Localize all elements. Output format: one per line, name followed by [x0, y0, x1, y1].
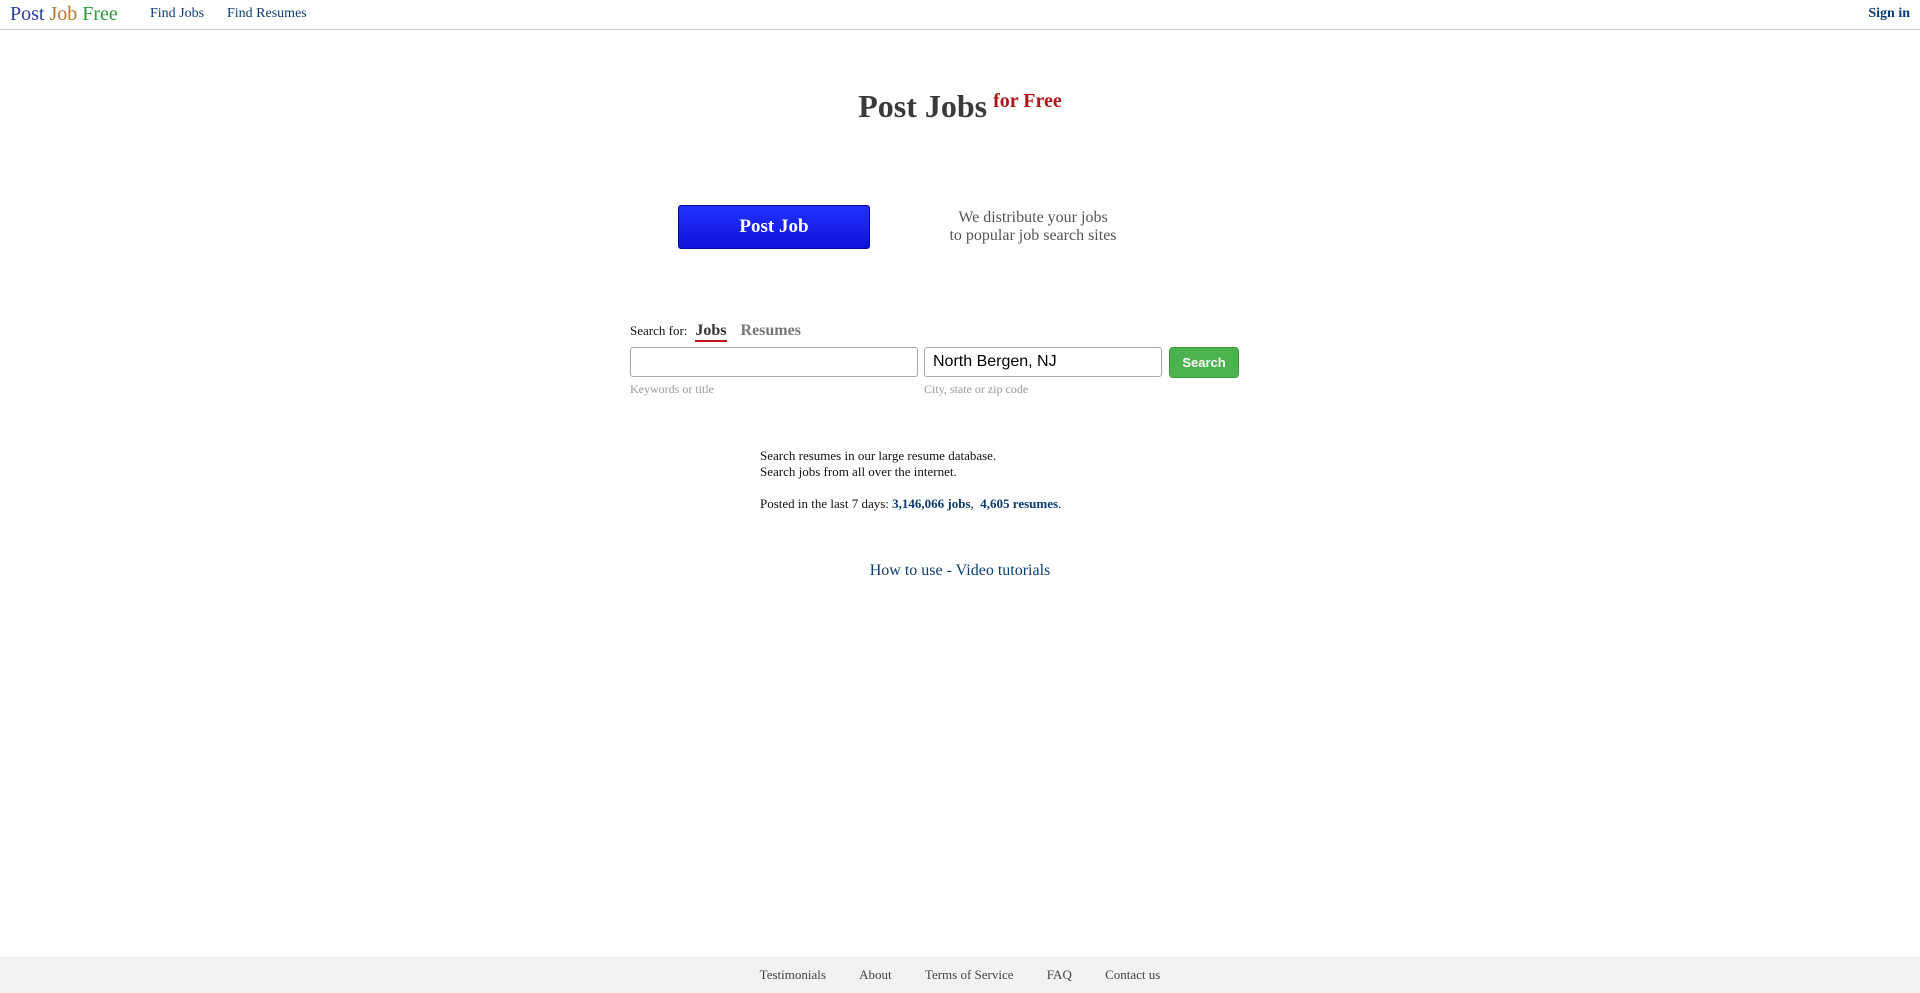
- hero-title: Post Jobs for Free: [0, 88, 1920, 125]
- distribute-line-1: We distribute your jobs: [958, 209, 1108, 226]
- resumes-count-link[interactable]: 4,605 resumes: [980, 496, 1058, 511]
- search-button[interactable]: Search: [1169, 347, 1239, 378]
- location-hint: City, state or zip code: [924, 382, 1029, 396]
- search-for-label: Search for:: [630, 323, 688, 338]
- posted-prefix: Posted in the last 7 days:: [760, 496, 889, 511]
- info-block: Search resumes in our large resume datab…: [760, 448, 1061, 512]
- tutorials-row: How to use - Video tutorials: [0, 562, 1920, 580]
- tab-resumes[interactable]: Resumes: [741, 322, 801, 339]
- stats-end: .: [1058, 496, 1062, 511]
- footer-contact[interactable]: Contact us: [1105, 967, 1160, 982]
- posted-stats: Posted in the last 7 days: 3,146,066 job…: [760, 496, 1061, 512]
- logo-free: Free: [82, 3, 118, 25]
- footer-terms[interactable]: Terms of Service: [925, 967, 1014, 982]
- footer-about[interactable]: About: [859, 967, 892, 982]
- info-line-2: Search jobs from all over the internet.: [760, 464, 957, 479]
- footer: Testimonials About Terms of Service FAQ …: [0, 957, 1920, 993]
- distribute-line-2: to popular job search sites: [949, 227, 1117, 244]
- info-line-1: Search resumes in our large resume datab…: [760, 448, 997, 463]
- footer-testimonials[interactable]: Testimonials: [760, 967, 826, 982]
- footer-faq[interactable]: FAQ: [1047, 967, 1072, 982]
- keywords-input[interactable]: [630, 347, 918, 377]
- video-tutorials-link[interactable]: How to use - Video tutorials: [870, 562, 1051, 579]
- distribute-text: We distribute your jobs to popular job s…: [933, 209, 1133, 245]
- stats-separator: ,: [970, 496, 974, 511]
- keywords-hint: Keywords or title: [630, 382, 714, 396]
- nav-find-jobs[interactable]: Find Jobs: [150, 6, 204, 22]
- tab-jobs[interactable]: Jobs: [695, 322, 727, 342]
- location-input[interactable]: [924, 347, 1162, 377]
- hero-title-main: Post Jobs: [858, 88, 988, 124]
- sign-in-link[interactable]: Sign in: [1868, 6, 1910, 22]
- nav-find-resumes[interactable]: Find Resumes: [227, 6, 307, 22]
- search-type-selector: Search for: Jobs Resumes: [630, 322, 801, 342]
- top-header: Post Job Free Find Jobs Find Resumes Sig…: [0, 0, 1920, 30]
- hero-title-sup: for Free: [993, 90, 1062, 112]
- jobs-count-link[interactable]: 3,146,066 jobs: [892, 496, 970, 511]
- site-logo[interactable]: Post Job Free: [10, 3, 118, 26]
- logo-post: Post: [10, 3, 45, 25]
- logo-job: Job: [49, 3, 78, 25]
- post-job-button[interactable]: Post Job: [678, 205, 870, 249]
